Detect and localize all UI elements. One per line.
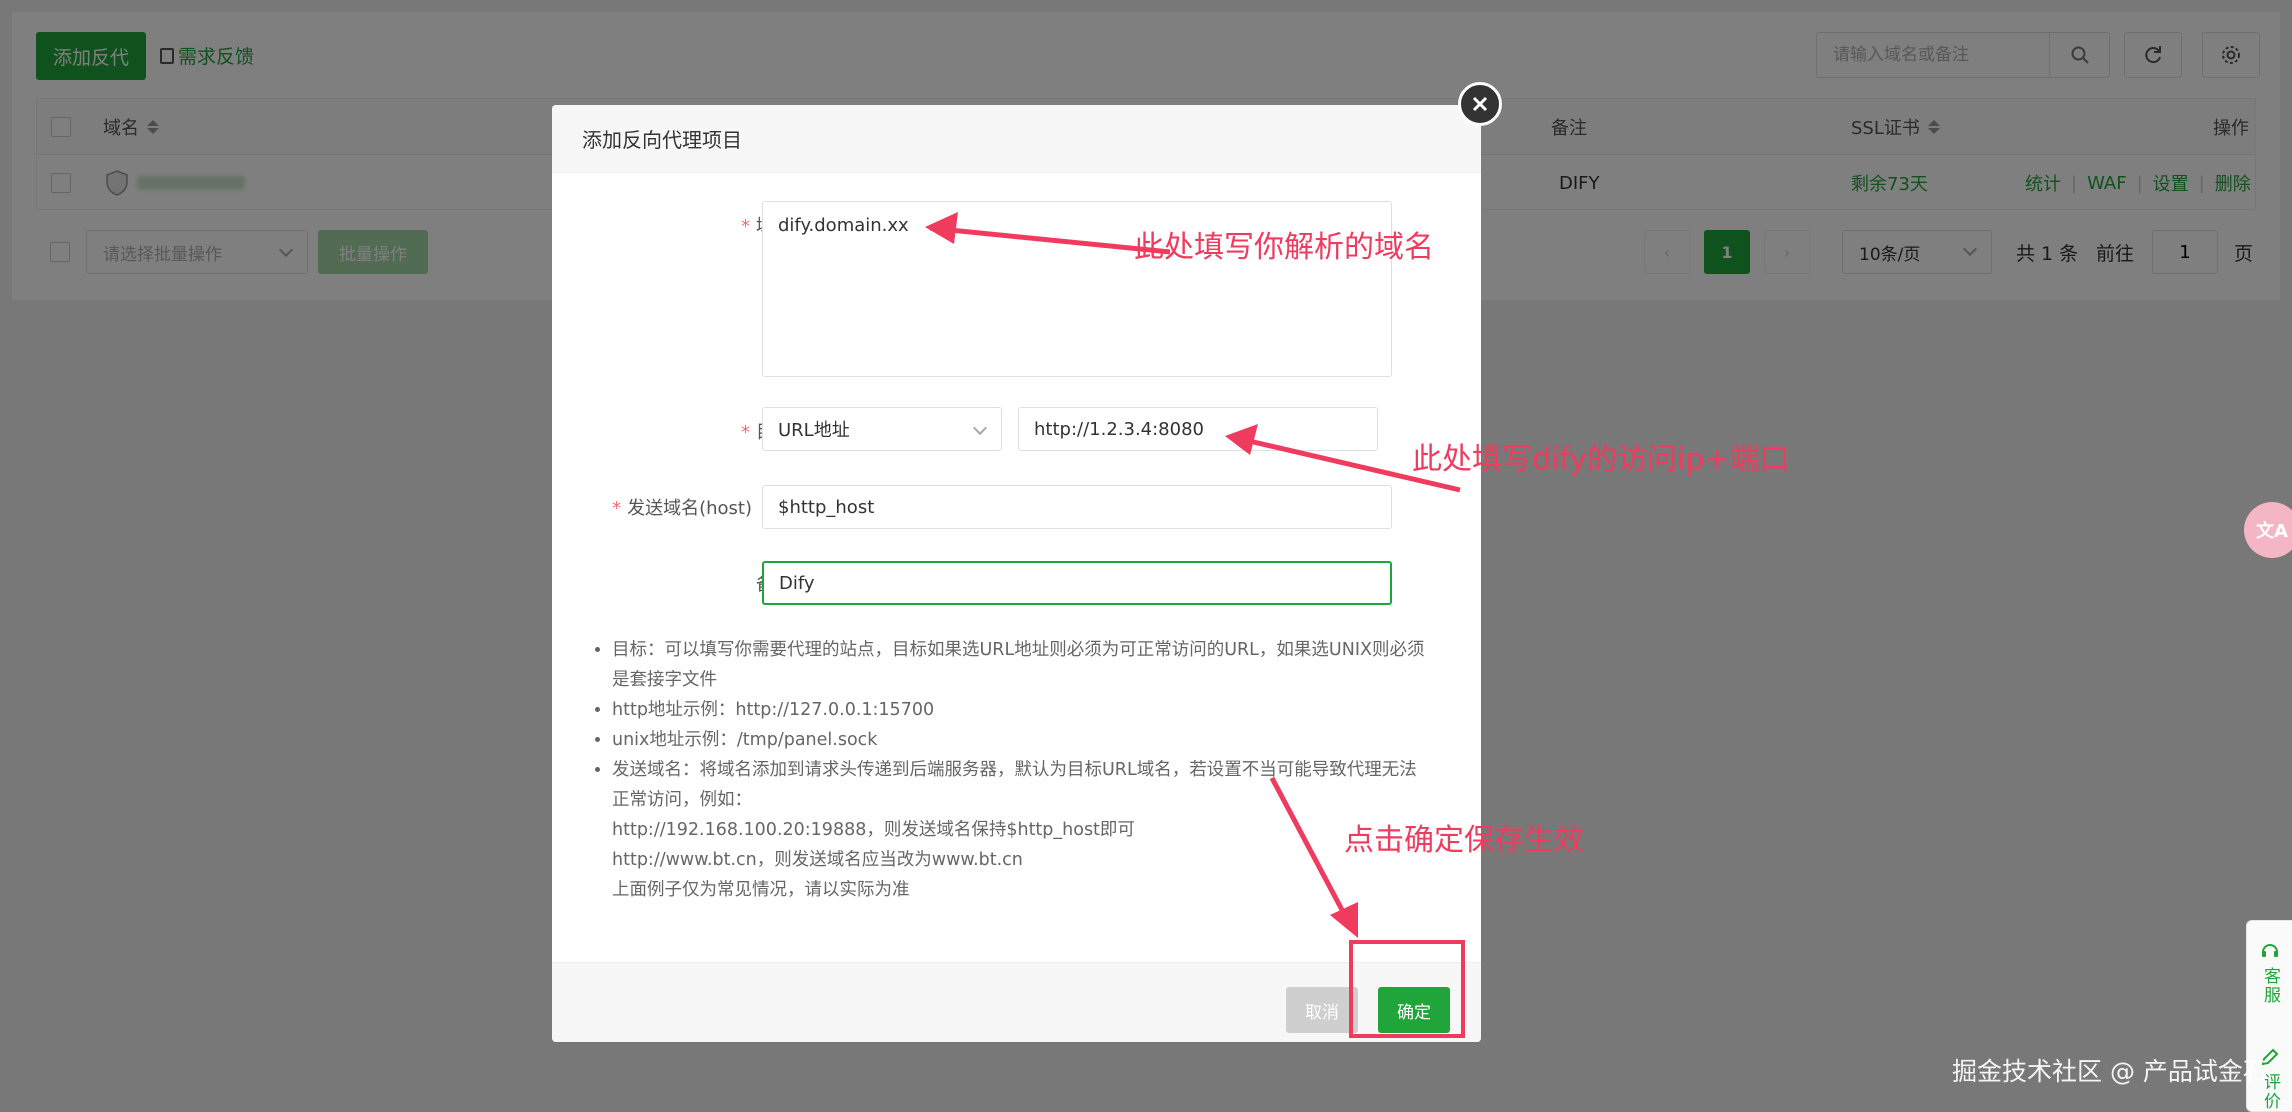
help-host: 发送域名：将域名添加到请求头传递到后端服务器，默认为目标URL域名，若设置不当可… [612, 755, 1458, 905]
help-target: 目标：可以填写你需要代理的站点，目标如果选URL地址则必须为可正常访问的URL，… [612, 635, 1458, 695]
dialog-footer: 取消 确定 [552, 962, 1481, 1042]
help-notes: 目标：可以填写你需要代理的站点，目标如果选URL地址则必须为可正常访问的URL，… [588, 635, 1458, 905]
confirm-button[interactable]: 确定 [1378, 987, 1450, 1033]
close-icon [1472, 96, 1488, 112]
host-input[interactable]: $http_host [762, 485, 1392, 529]
headset-icon [2262, 944, 2278, 957]
watermark: 掘金技术社区 @ 产品试金石 [1952, 1057, 2268, 1086]
annotation-domain-note: 此处填写你解析的域名 [1134, 230, 1434, 265]
annotation-confirm-note: 点击确定保存生效 [1344, 823, 1584, 858]
dialog-title: 添加反向代理项目 [552, 105, 1481, 173]
help-http-example: http地址示例：http://127.0.0.1:15700 [612, 695, 1458, 725]
translate-button[interactable]: 文A [2244, 502, 2292, 558]
target-url-input[interactable]: http://1.2.3.4:8080 [1018, 407, 1378, 451]
customer-service-link[interactable]: 客服 [2259, 967, 2283, 1005]
translate-icon: 文A [2256, 521, 2288, 542]
host-label: * 发送域名(host) [612, 498, 752, 519]
cancel-button[interactable]: 取消 [1286, 987, 1358, 1033]
annotation-target-note: 此处填写dify的访问ip+端口 [1412, 442, 1790, 477]
chevron-down-icon [972, 420, 988, 436]
dialog-close-button[interactable] [1458, 82, 1502, 126]
remark-input[interactable]: Dify [762, 561, 1392, 605]
target-type-select[interactable]: URL地址 [762, 407, 1002, 451]
help-unix-example: unix地址示例：/tmp/panel.sock [612, 725, 1458, 755]
